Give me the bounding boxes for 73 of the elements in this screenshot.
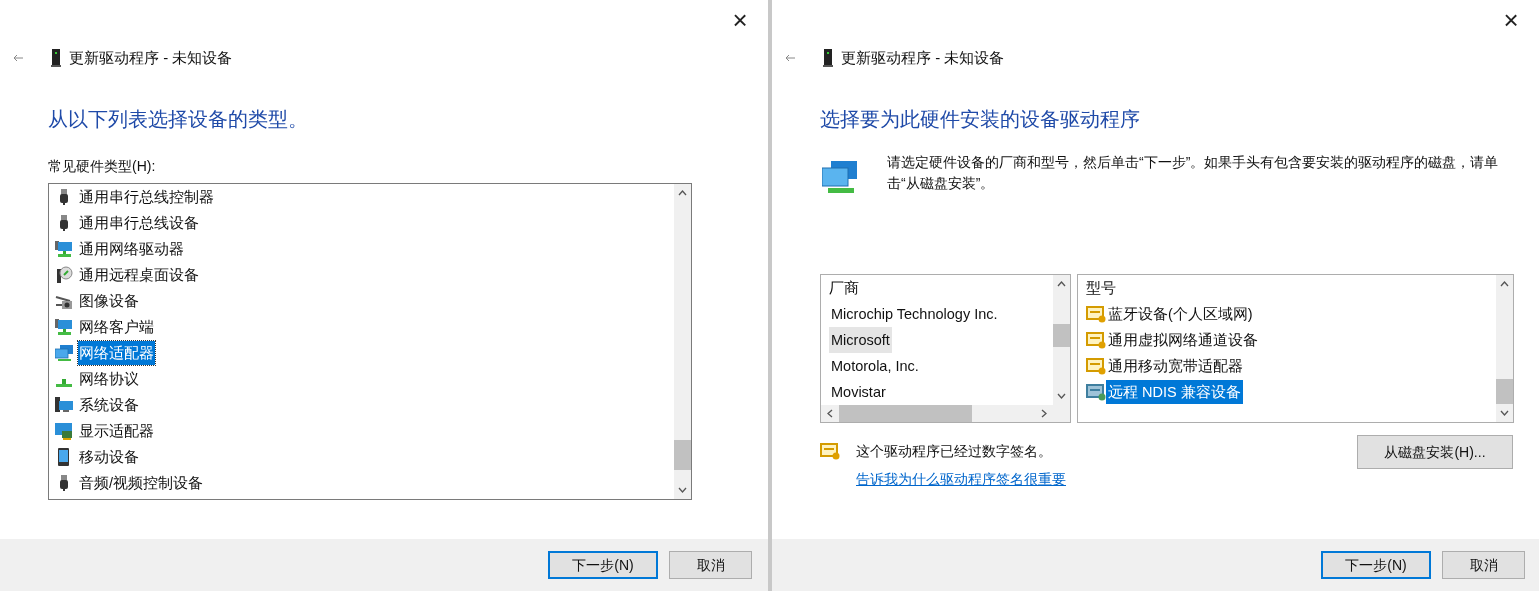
list-item[interactable]: 系统设备 <box>78 393 140 417</box>
display-adapter-icon <box>55 422 73 440</box>
list-item[interactable]: 通用虚拟网络通道设备 <box>1106 328 1260 352</box>
list-item[interactable]: Microchip Technology Inc. <box>829 301 1000 327</box>
device-icon <box>51 49 61 67</box>
list-item[interactable]: 音频/视频控制设备 <box>78 471 205 495</box>
list-item[interactable]: 远程 NDIS 兼容设备 <box>1106 380 1243 404</box>
hardware-type-list[interactable]: 通用串行总线控制器 通用串行总线设备 通用网络驱动器 通用远程桌面设备 图像设备 网络客户端 网络适配器 网络协议 系统设备 显示适配器 移动设备 音频/视频控制设备 <box>48 183 692 500</box>
list-item[interactable]: Microsoft <box>829 327 892 353</box>
next-button[interactable]: 下一步(N) <box>548 551 658 579</box>
vertical-scrollbar[interactable] <box>674 184 691 499</box>
page-heading: 选择要为此硬件安装的设备驱动程序 <box>820 107 1141 132</box>
column-header: 厂商 <box>829 279 860 298</box>
list-item[interactable]: 网络客户端 <box>78 315 155 339</box>
vendor-list[interactable]: 厂商 Microchip Technology Inc. Microsoft Motorola, Inc. Movistar <box>820 274 1071 423</box>
network-protocol-icon <box>56 379 72 387</box>
scroll-thumb[interactable] <box>839 405 973 422</box>
scroll-down-icon[interactable] <box>1057 393 1066 399</box>
certificate-icon <box>1086 331 1106 349</box>
remote-desktop-icon <box>55 266 73 284</box>
list-item[interactable]: Motorola, Inc. <box>829 353 921 379</box>
list-item[interactable]: 图像设备 <box>78 289 140 313</box>
scroll-thumb[interactable] <box>674 440 691 470</box>
network-computer-icon <box>55 240 73 258</box>
close-button[interactable]: × <box>1499 8 1523 32</box>
scroll-thumb[interactable] <box>1496 379 1513 404</box>
window-title: 更新驱动程序 - 未知设备 <box>69 47 233 68</box>
network-adapter-icon <box>822 160 858 194</box>
model-list[interactable]: 型号 蓝牙设备(个人区域网) 通用虚拟网络通道设备 通用移动宽带适配器 远程 NDIS 兼容设备 <box>1077 274 1514 423</box>
scroll-down-icon[interactable] <box>1500 410 1509 416</box>
close-button[interactable]: × <box>728 8 752 32</box>
list-item[interactable]: 通用串行总线控制器 <box>78 185 215 209</box>
window-title: 更新驱动程序 - 未知设备 <box>841 47 1005 68</box>
certificate-icon <box>1086 305 1106 323</box>
vertical-scrollbar[interactable] <box>1496 275 1513 422</box>
vertical-scrollbar[interactable] <box>1053 275 1070 405</box>
scroll-thumb[interactable] <box>1053 324 1070 348</box>
certificate-icon <box>1086 357 1106 375</box>
column-header: 型号 <box>1086 279 1116 298</box>
list-item[interactable]: 蓝牙设备(个人区域网) <box>1106 302 1255 326</box>
network-adapter-icon <box>55 344 73 362</box>
list-item[interactable]: Movistar <box>829 379 888 405</box>
list-label: 常见硬件类型(H): <box>48 157 157 176</box>
cancel-button[interactable]: 取消 <box>669 551 752 579</box>
cancel-button[interactable]: 取消 <box>1442 551 1525 579</box>
certificate-icon <box>1086 383 1106 401</box>
scroll-up-icon[interactable] <box>1500 281 1509 287</box>
list-item[interactable]: 通用串行总线设备 <box>78 211 200 235</box>
signature-note: 这个驱动程序已经过数字签名。 <box>856 441 1052 461</box>
list-item[interactable]: 网络适配器 <box>78 341 155 365</box>
scroll-down-icon[interactable] <box>678 487 687 493</box>
help-link[interactable]: 告诉我为什么驱动程序签名很重要 <box>856 469 1066 490</box>
list-item[interactable]: 通用网络驱动器 <box>78 237 185 261</box>
certificate-icon <box>820 442 840 460</box>
scroll-left-icon[interactable] <box>827 409 833 418</box>
scroll-up-icon[interactable] <box>1057 281 1066 287</box>
network-computer-icon <box>55 318 73 336</box>
scroll-up-icon[interactable] <box>678 190 687 196</box>
list-item[interactable]: 网络协议 <box>78 367 140 391</box>
system-computer-icon <box>55 396 73 414</box>
have-disk-button[interactable]: 从磁盘安装(H)... <box>1357 435 1513 469</box>
device-icon <box>823 49 833 67</box>
page-heading: 从以下列表选择设备的类型。 <box>48 107 309 132</box>
list-item[interactable]: 移动设备 <box>78 445 140 469</box>
back-arrow-icon[interactable] <box>784 54 796 62</box>
list-item[interactable]: 显示适配器 <box>78 419 155 443</box>
list-item[interactable]: 通用远程桌面设备 <box>78 263 200 287</box>
horizontal-scrollbar[interactable] <box>821 405 1070 422</box>
list-item[interactable]: 通用移动宽带适配器 <box>1106 354 1245 378</box>
back-arrow-icon[interactable] <box>12 54 24 62</box>
next-button[interactable]: 下一步(N) <box>1321 551 1431 579</box>
instruction-text: 请选定硬件设备的厂商和型号，然后单击“下一步”。如果手头有包含要安装的驱动程序的磁盘，请单击“从磁盘安装”。 <box>887 153 1500 193</box>
scroll-right-icon[interactable] <box>1041 409 1047 418</box>
